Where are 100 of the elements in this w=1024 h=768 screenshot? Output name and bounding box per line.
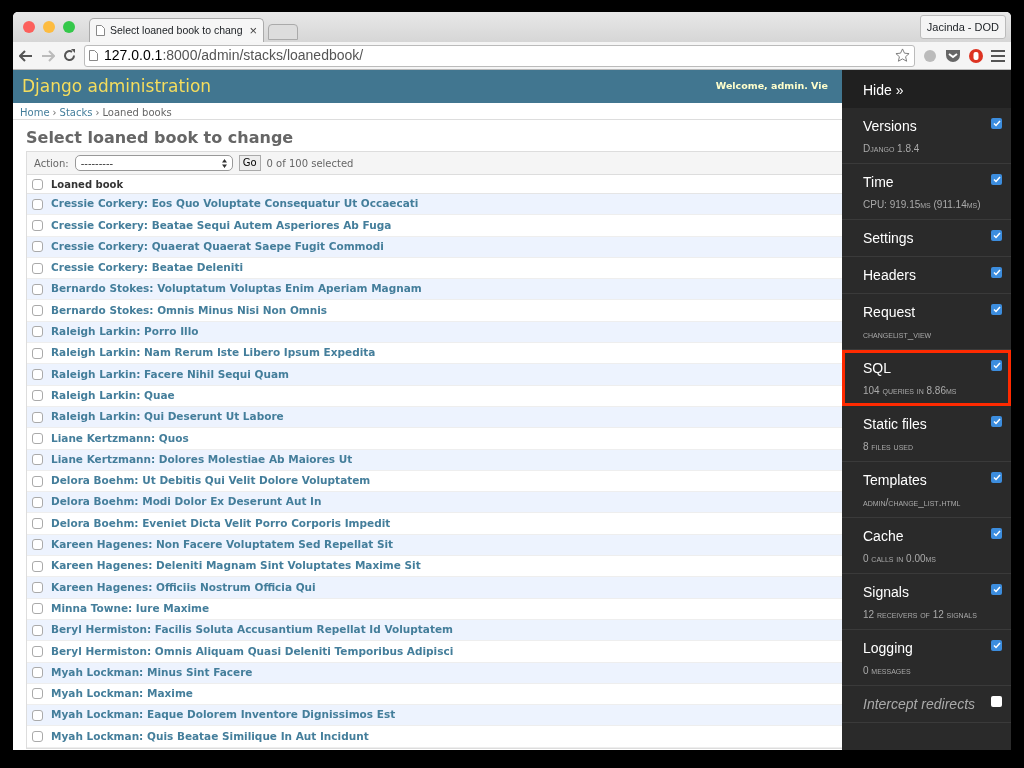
panel-checkbox[interactable] bbox=[991, 528, 1002, 539]
profile-button[interactable]: Jacinda - DOD bbox=[919, 14, 1006, 40]
row-checkbox[interactable] bbox=[32, 582, 43, 593]
row-checkbox[interactable] bbox=[32, 411, 43, 423]
row-checkbox[interactable] bbox=[32, 390, 43, 402]
row-checkbox[interactable] bbox=[32, 475, 43, 487]
panel-checkbox[interactable] bbox=[991, 230, 1002, 241]
book-link[interactable]: Raleigh Larkin: Quae bbox=[51, 387, 175, 404]
panel-subtitle: 0 calls in 0.00ms bbox=[863, 552, 938, 566]
row-checkbox[interactable] bbox=[32, 219, 43, 231]
action-label: Action: bbox=[34, 156, 69, 171]
panel-checkbox[interactable] bbox=[991, 118, 1002, 129]
tab-close-button[interactable]: × bbox=[249, 24, 257, 37]
welcome-text: Welcome, admin. Vie bbox=[715, 79, 828, 94]
panel-checkbox[interactable] bbox=[991, 267, 1002, 278]
row-checkbox[interactable] bbox=[32, 369, 43, 380]
row-checkbox[interactable] bbox=[32, 198, 43, 210]
panel-title[interactable]: Intercept redirects bbox=[863, 694, 990, 715]
panel-title[interactable]: Cache bbox=[863, 526, 990, 547]
row-checkbox[interactable] bbox=[32, 283, 43, 295]
site-title: Django administration bbox=[22, 74, 212, 98]
row-checkbox[interactable] bbox=[32, 262, 43, 274]
book-link[interactable]: Delora Boehm: Ut Debitis Qui Velit Dolore Voluptatem bbox=[51, 473, 371, 489]
row-checkbox[interactable] bbox=[32, 241, 43, 253]
hand-icon[interactable] bbox=[969, 48, 983, 63]
action-select[interactable]: --------- bbox=[74, 155, 233, 171]
book-link[interactable]: Cressie Corkery: Beatae Deleniti bbox=[51, 260, 244, 276]
row-checkbox[interactable] bbox=[32, 560, 43, 572]
panel-title[interactable]: SQL bbox=[863, 358, 990, 379]
book-link[interactable]: Bernardo Stokes: Omnis Minus Nisi Non Omnis bbox=[51, 302, 328, 319]
forward-icon[interactable] bbox=[41, 49, 55, 62]
row-checkbox[interactable] bbox=[32, 645, 43, 657]
row-checkbox[interactable] bbox=[32, 496, 43, 508]
book-link[interactable]: Raleigh Larkin: Porro Illo bbox=[51, 324, 199, 340]
minimize-light[interactable] bbox=[43, 21, 55, 33]
row-checkbox[interactable] bbox=[32, 454, 43, 466]
star-icon[interactable] bbox=[895, 48, 910, 63]
panel-checkbox[interactable] bbox=[991, 584, 1002, 595]
panel-subtitle: admin/change_list.html bbox=[863, 496, 962, 510]
panel-title[interactable]: Versions bbox=[863, 116, 990, 137]
book-link[interactable]: Minna Towne: Iure Maxime bbox=[51, 600, 210, 617]
panel-title[interactable]: Templates bbox=[863, 470, 990, 491]
panel-title[interactable]: Request bbox=[863, 302, 990, 323]
go-button[interactable]: Go bbox=[238, 155, 261, 171]
row-checkbox[interactable] bbox=[32, 667, 43, 679]
breadcrumb-current: Loaned books bbox=[102, 106, 172, 117]
row-checkbox[interactable] bbox=[32, 603, 43, 615]
pocket-icon[interactable] bbox=[945, 48, 961, 63]
caret-icon bbox=[221, 158, 227, 168]
panel-title[interactable]: Static files bbox=[863, 414, 990, 435]
new-tab-button[interactable] bbox=[268, 24, 298, 40]
book-link[interactable]: Cressie Corkery: Beatae Sequi Autem Asperiores Ab Fuga bbox=[51, 217, 392, 234]
row-checkbox[interactable] bbox=[32, 624, 43, 636]
row-checkbox[interactable] bbox=[32, 518, 43, 530]
panel-title[interactable]: Headers bbox=[863, 265, 990, 286]
menu-icon[interactable] bbox=[991, 49, 1005, 62]
row-checkbox[interactable] bbox=[32, 539, 43, 551]
extension-icon[interactable] bbox=[923, 48, 937, 63]
book-link[interactable]: Raleigh Larkin: Nam Rerum Iste Libero Ipsum Expedita bbox=[51, 345, 376, 362]
book-link[interactable]: Myah Lockman: Maxime bbox=[51, 686, 193, 702]
panel-checkbox[interactable] bbox=[991, 696, 1002, 707]
address-bar[interactable]: 127.0.0.1:8000/admin/stacks/loanedbook/ bbox=[84, 44, 915, 67]
book-link[interactable]: Liane Kertzmann: Quos bbox=[51, 430, 189, 447]
row-checkbox[interactable] bbox=[32, 709, 43, 721]
panel-subtitle: 0 messages bbox=[863, 664, 912, 678]
column-header: Loaned book bbox=[51, 177, 124, 192]
close-light[interactable] bbox=[23, 21, 35, 33]
row-checkbox[interactable] bbox=[32, 688, 43, 700]
hide-toolbar-link[interactable]: Hide » bbox=[842, 70, 1011, 108]
book-link[interactable]: Raleigh Larkin: Qui Deserunt Ut Labore bbox=[51, 409, 284, 425]
reload-icon[interactable] bbox=[63, 49, 76, 62]
row-checkbox[interactable] bbox=[32, 347, 43, 359]
row-checkbox[interactable] bbox=[32, 731, 43, 743]
select-all-checkbox[interactable] bbox=[32, 178, 43, 190]
book-link[interactable]: Cressie Corkery: Eos Quo Voluptate Consequatur Ut Occaecati bbox=[51, 196, 419, 212]
breadcrumb-link[interactable]: Stacks bbox=[59, 105, 93, 117]
panel-checkbox[interactable] bbox=[991, 472, 1002, 483]
book-link[interactable]: Myah Lockman: Minus Sint Facere bbox=[51, 664, 253, 681]
panel-title[interactable]: Logging bbox=[863, 638, 990, 659]
panel-checkbox[interactable] bbox=[991, 304, 1002, 315]
row-checkbox[interactable] bbox=[32, 305, 43, 317]
panel-title[interactable]: Settings bbox=[863, 228, 990, 249]
panel-title[interactable]: Signals bbox=[863, 582, 990, 603]
row-checkbox[interactable] bbox=[32, 432, 43, 444]
panel-checkbox[interactable] bbox=[991, 640, 1002, 651]
panel-subtitle: changelist_view bbox=[863, 328, 933, 342]
panel-subtitle: Django 1.8.4 bbox=[863, 142, 921, 156]
book-link[interactable]: Delora Boehm: Eveniet Dicta Velit Porro Corporis Impedit bbox=[51, 515, 391, 532]
back-icon[interactable] bbox=[19, 49, 33, 62]
book-link[interactable]: Beryl Hermiston: Omnis Aliquam Quasi Deleniti Temporibus Adipisci bbox=[51, 643, 454, 660]
book-link[interactable]: Myah Lockman: Quis Beatae Similique In Aut Incidunt bbox=[51, 728, 369, 745]
book-link[interactable]: Kareen Hagenes: Deleniti Magnam Sint Voluptates Maxime Sit bbox=[51, 558, 421, 575]
panel-checkbox[interactable] bbox=[991, 360, 1002, 371]
zoom-light[interactable] bbox=[63, 21, 75, 33]
row-checkbox[interactable] bbox=[32, 326, 43, 338]
panel-title[interactable]: Time bbox=[863, 172, 990, 193]
browser-tab[interactable]: Select loaned book to chang × bbox=[89, 18, 264, 42]
breadcrumb-link[interactable]: Home bbox=[20, 105, 50, 117]
panel-checkbox[interactable] bbox=[991, 174, 1002, 185]
panel-checkbox[interactable] bbox=[991, 416, 1002, 427]
